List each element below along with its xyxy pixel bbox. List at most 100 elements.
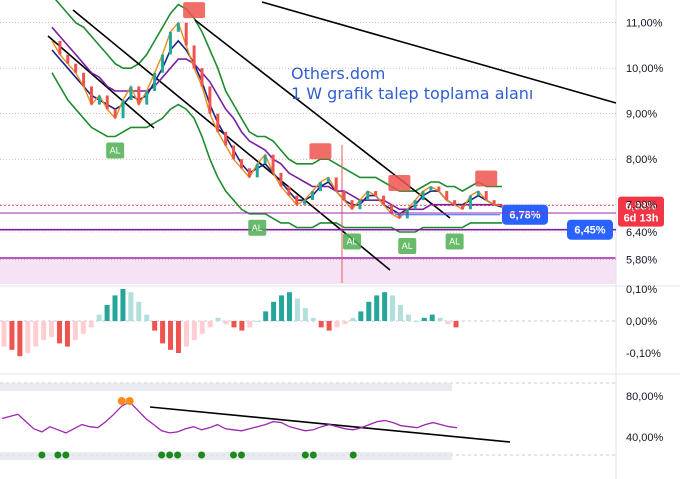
candle (445, 191, 449, 201)
candle (121, 100, 125, 119)
osc-tick-label: 80,00% (626, 391, 664, 403)
candle (484, 191, 488, 201)
candle (145, 90, 149, 105)
candle (153, 72, 157, 91)
price-tick-label: 7,00% (626, 200, 657, 212)
hist-bar (120, 289, 126, 321)
osc-oversold-dot (237, 451, 245, 459)
axes: 11,00% 10,00% 9,00% 8,00% 7,00% 6,40% 5,80% 0,1… (626, 18, 664, 444)
sell-signal (388, 175, 411, 192)
candle (366, 191, 370, 201)
candle (263, 154, 267, 164)
hist-bar (358, 311, 364, 321)
hist-bar (429, 314, 435, 321)
osc-tick-label: 40,00% (626, 432, 664, 444)
hist-bar (279, 295, 285, 321)
candle (374, 191, 378, 196)
hist-bar (437, 317, 443, 321)
hist-bar (207, 321, 213, 328)
candle (271, 154, 275, 173)
candle (382, 195, 386, 205)
candle (295, 195, 299, 205)
oscillator-line (1, 401, 458, 434)
hist-bar (128, 292, 134, 321)
osc-oversold-dot (349, 451, 357, 459)
candle (334, 177, 338, 192)
candle (192, 45, 196, 69)
candle (105, 95, 109, 110)
candle (255, 163, 259, 178)
hist-bar (33, 321, 39, 347)
candle (311, 191, 315, 201)
candle (476, 191, 480, 196)
candle (66, 54, 70, 64)
hist-bar (366, 301, 372, 321)
hist-bar (350, 317, 356, 321)
hist-bar (318, 321, 324, 328)
annotation-line-2: 1 W grafik talep toplama alanı (291, 84, 533, 103)
hist-bar (286, 292, 292, 321)
buy-signal-label: AL (402, 241, 413, 251)
hist-bar (342, 321, 348, 325)
hist-bar (41, 321, 47, 341)
hist-bar (231, 321, 237, 328)
hist-bar (64, 321, 70, 347)
candle (137, 86, 141, 105)
candle (232, 145, 236, 160)
osc-oversold-dot (229, 451, 237, 459)
sell-signal (183, 2, 206, 19)
hist-bar (223, 321, 229, 325)
hist-bar (104, 305, 110, 321)
osc-oversold-dot (54, 451, 62, 459)
hist-bar (215, 317, 221, 321)
candle (239, 159, 243, 169)
hist-bar (326, 321, 332, 331)
candle (350, 200, 354, 210)
hist-bar (397, 305, 403, 321)
hist-bar (382, 292, 388, 321)
osc-overbought-dot (125, 397, 134, 405)
price-pane[interactable] (0, 0, 616, 286)
candle (437, 186, 441, 192)
candle (208, 86, 212, 114)
hist-bar (112, 295, 118, 321)
candle (318, 181, 322, 192)
price-tick-label: 10,00% (626, 63, 664, 75)
hist-bar (191, 321, 197, 341)
hist-bar (374, 295, 380, 321)
candle (200, 68, 204, 87)
candle (421, 191, 425, 201)
hist-bar (263, 311, 269, 321)
osc-overbought-dot (117, 397, 126, 405)
demand-zone (0, 258, 616, 284)
hist-bar (144, 314, 150, 321)
hist-bar (175, 321, 181, 353)
candle (358, 200, 362, 210)
buy-signal-label: AL (110, 145, 121, 155)
hist-bar (80, 321, 86, 334)
hist-bar (72, 321, 78, 341)
hist-tick-label: 0,00% (626, 316, 657, 328)
osc-upper-zone (0, 383, 452, 391)
hist-bar (445, 321, 451, 325)
chart: 6,78%6,45%6,98%6d 13h ALALAL AL AL 11,00%1… (0, 0, 680, 479)
hist-bar (160, 321, 166, 344)
hist-bar (168, 321, 174, 350)
hist-bar (136, 301, 142, 321)
hist-bar (334, 321, 340, 328)
last-price-countdown: 6d 13h (624, 213, 659, 225)
candle (492, 200, 496, 205)
hist-bar (57, 321, 63, 344)
oscillator (0, 382, 616, 460)
buy-signal-label: AL (449, 236, 460, 246)
candle (224, 131, 228, 146)
hist-tick-label: -0,10% (626, 348, 661, 360)
price-tick-label: 6,40% (626, 227, 657, 239)
candle (129, 86, 133, 101)
hist-bar (199, 321, 205, 334)
price-tick-label: 9,00% (626, 109, 657, 121)
candle (89, 86, 93, 105)
hist-bar (17, 321, 23, 357)
price-tick-label: 5,80% (626, 254, 657, 266)
candle (405, 209, 409, 219)
